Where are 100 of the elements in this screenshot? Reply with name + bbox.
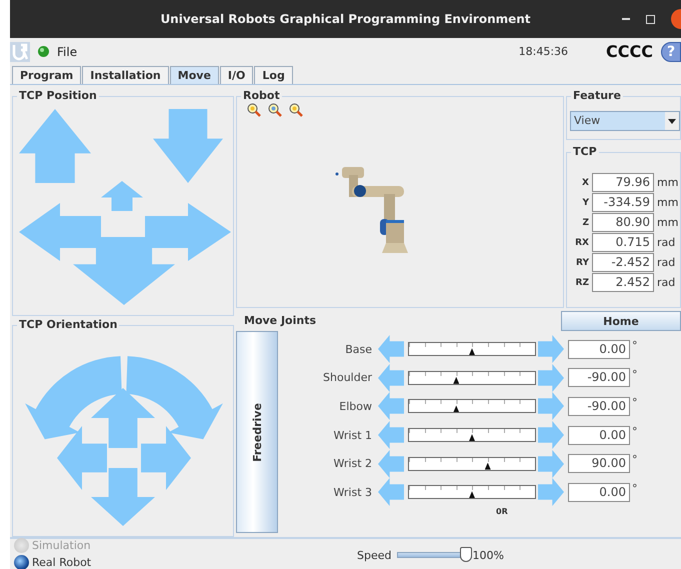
- joint-value-field[interactable]: -90.00: [568, 368, 630, 388]
- axis-label: RX: [574, 238, 589, 248]
- clock-time: 18:45:36: [518, 45, 568, 58]
- arrow-right-icon[interactable]: [538, 421, 564, 450]
- zoom-out-icon[interactable]: [289, 103, 303, 117]
- tcp-value-field[interactable]: -334.59: [592, 193, 654, 212]
- arrow-left-icon[interactable]: [378, 392, 404, 420]
- arrow-left-icon[interactable]: [378, 478, 404, 506]
- panel-title: Robot: [241, 89, 282, 102]
- unit-label: °: [632, 480, 638, 495]
- arrow-left-icon[interactable]: [19, 203, 101, 261]
- arrow-left-icon[interactable]: [378, 421, 404, 450]
- robot-name: CCCC: [606, 42, 653, 61]
- tcp-value-field[interactable]: 79.96: [592, 173, 654, 192]
- joint-value-field[interactable]: 0.00: [568, 340, 630, 359]
- joint-slider[interactable]: [408, 370, 536, 385]
- unit-label: °: [632, 338, 638, 352]
- axis-label: RY: [575, 258, 589, 268]
- unit-label: mm: [657, 176, 680, 189]
- tab[interactable]: I/O: [220, 66, 254, 84]
- tab[interactable]: Log: [254, 66, 293, 84]
- panel-title: Feature: [571, 89, 623, 102]
- joint-value-field[interactable]: 90.00: [568, 454, 630, 474]
- curved-arrow-icon[interactable]: [126, 356, 223, 440]
- arrow-down-icon[interactable]: [153, 109, 223, 183]
- zoom-fit-icon[interactable]: [268, 103, 282, 117]
- joint-label: Elbow: [338, 400, 373, 413]
- joint-slider[interactable]: [408, 485, 536, 500]
- panel-title: TCP: [571, 145, 599, 158]
- panel-title: Move Joints: [243, 313, 318, 327]
- status-icon: [38, 46, 49, 57]
- unit-label: rad: [657, 276, 676, 289]
- joint-value-field[interactable]: 0.00: [568, 482, 630, 502]
- tab[interactable]: Program: [12, 66, 82, 84]
- joint-label: Wrist 2: [332, 457, 373, 470]
- speed-label: Speed: [357, 548, 392, 562]
- unit-label: °: [632, 366, 638, 381]
- arrow-right-icon[interactable]: [538, 450, 564, 478]
- arrow-left-icon[interactable]: [57, 426, 107, 490]
- panel-title: TCP Position: [17, 89, 99, 102]
- joint-slider[interactable]: [408, 342, 536, 356]
- arrow-left-icon[interactable]: [378, 335, 404, 364]
- tcp-value-field[interactable]: -2.452: [592, 253, 654, 272]
- window-title: Universal Robots Graphical Programming Environment: [160, 12, 531, 26]
- slider-thumb[interactable]: [460, 547, 472, 562]
- tcp-value-field[interactable]: 0.715: [592, 233, 654, 252]
- close-icon[interactable]: [671, 9, 681, 29]
- radio-button[interactable]: [14, 555, 29, 569]
- joint-value-field[interactable]: 0.00: [568, 426, 630, 445]
- arrow-right-icon[interactable]: [145, 203, 231, 261]
- axis-label: RZ: [574, 278, 589, 288]
- unit-label: mm: [657, 216, 680, 229]
- arrow-up-icon[interactable]: [101, 181, 143, 211]
- radio-label: Simulation: [32, 539, 91, 552]
- unit-label: °: [632, 452, 638, 466]
- arrow-right-icon[interactable]: [141, 426, 191, 490]
- unit-label: rad: [657, 256, 676, 269]
- tab[interactable]: Move: [170, 66, 219, 84]
- arrow-down-icon[interactable]: [91, 468, 155, 526]
- logo-icon: [10, 42, 30, 62]
- feature-dropdown[interactable]: View: [570, 111, 680, 131]
- arrow-down-icon[interactable]: [73, 237, 175, 305]
- unit-label: °: [632, 424, 638, 438]
- tab[interactable]: Installation: [82, 66, 169, 84]
- arrow-right-icon[interactable]: [538, 392, 564, 420]
- radio-button[interactable]: [14, 538, 29, 553]
- joint-slider[interactable]: [408, 456, 536, 471]
- joint-slider[interactable]: [408, 399, 536, 414]
- joint-label: Shoulder: [322, 371, 373, 384]
- caret-icon: [668, 118, 676, 124]
- speed-reading: 100%: [472, 548, 504, 562]
- minimize-icon[interactable]: [622, 18, 630, 20]
- panel-title: TCP Orientation: [17, 318, 120, 331]
- tcp-value-field[interactable]: 80.90: [592, 213, 654, 232]
- curved-arrow-icon[interactable]: [25, 356, 122, 440]
- maximize-icon[interactable]: [646, 14, 655, 24]
- home-button[interactable]: Home: [561, 311, 681, 331]
- unit-label: mm: [657, 196, 680, 209]
- arrow-left-icon[interactable]: [378, 364, 404, 392]
- arrow-left-icon[interactable]: [378, 450, 404, 478]
- arrow-right-icon[interactable]: [538, 478, 564, 506]
- unit-label: °: [632, 395, 638, 410]
- tcp-value-field[interactable]: 2.452: [592, 273, 654, 292]
- scale-label: 0R: [496, 506, 509, 516]
- arrow-right-icon[interactable]: [538, 335, 564, 364]
- zoom-in-icon[interactable]: [247, 103, 261, 117]
- freedrive-button[interactable]: Freedrive: [236, 331, 278, 533]
- joint-label: Wrist 3: [332, 486, 373, 499]
- arrow-up-icon[interactable]: [91, 388, 155, 448]
- axis-label: Y: [581, 198, 589, 208]
- file-menu[interactable]: File: [57, 44, 78, 58]
- arrow-up-icon[interactable]: [19, 109, 91, 183]
- arrow-right-icon[interactable]: [538, 364, 564, 392]
- speed-slider[interactable]: [397, 547, 472, 563]
- joint-label: Base: [344, 342, 373, 356]
- axis-label: X: [581, 178, 589, 188]
- joint-slider[interactable]: [408, 428, 536, 442]
- radio-label: Real Robot: [32, 556, 92, 569]
- joint-value-field[interactable]: -90.00: [568, 396, 630, 416]
- axis-label: Z: [581, 218, 589, 228]
